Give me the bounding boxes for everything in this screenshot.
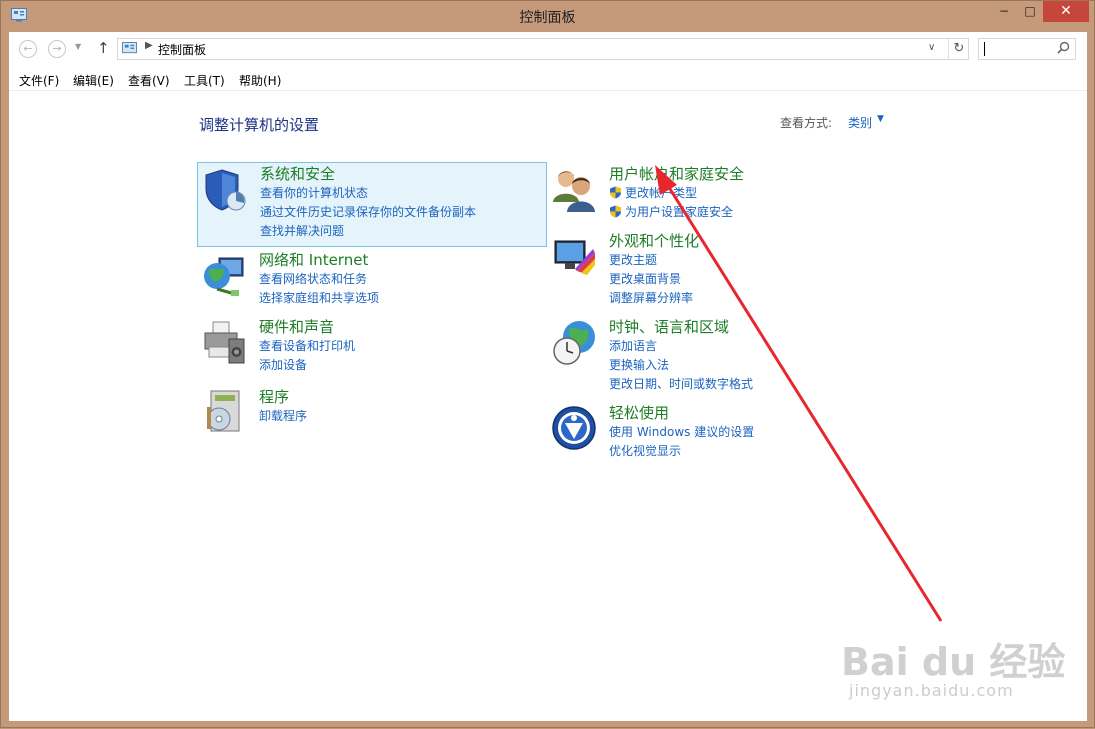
menu-file[interactable]: 文件(F) (19, 72, 59, 89)
uac-shield-icon (610, 186, 621, 199)
window-title: 控制面板 (519, 10, 576, 26)
menu-help[interactable]: 帮助(H) (239, 72, 281, 89)
link-change-input-method[interactable]: 更换输入法 (609, 356, 669, 373)
chevron-down-icon[interactable]: ▼ (877, 114, 884, 124)
address-bar[interactable]: ▶ 控制面板 ∨ ↻ (117, 38, 969, 60)
menu-edit[interactable]: 编辑(E) (73, 72, 114, 89)
uac-shield-icon (610, 205, 621, 218)
link-file-history-backup[interactable]: 通过文件历史记录保存你的文件备份副本 (260, 203, 476, 220)
breadcrumb-chevron-icon[interactable]: ▶ (145, 40, 153, 51)
category-title[interactable]: 用户帐户和家庭安全 (609, 163, 744, 184)
window-client-area: ← → ▼ ↑ ▶ 控制面板 ∨ ↻ 文件(F) 编辑(E) 查看(V) 工具(… (9, 32, 1087, 721)
search-icon[interactable] (1057, 41, 1070, 54)
menu-bar: 文件(F) 编辑(E) 查看(V) 工具(T) 帮助(H) (9, 68, 1087, 91)
display-icon (554, 240, 595, 275)
category-title[interactable]: 时钟、语言和区域 (609, 316, 729, 337)
recent-locations-dropdown-icon[interactable]: ▼ (75, 42, 81, 51)
category-system-security[interactable]: 系统和安全 查看你的计算机状态 通过文件历史记录保存你的文件备份副本 查找并解决… (197, 162, 547, 247)
link-date-time-format[interactable]: 更改日期、时间或数字格式 (609, 375, 753, 392)
close-button[interactable]: ✕ (1043, 1, 1089, 22)
link-recommended-settings[interactable]: 使用 Windows 建议的设置 (609, 423, 754, 440)
category-network-internet[interactable]: 网络和 Internet 查看网络状态和任务 选择家庭组和共享选项 (197, 248, 547, 308)
watermark-url: jingyan.baidu.com (849, 681, 1014, 700)
link-homegroup-sharing[interactable]: 选择家庭组和共享选项 (259, 289, 379, 306)
link-add-language[interactable]: 添加语言 (609, 337, 657, 354)
link-uninstall-program[interactable]: 卸载程序 (259, 407, 307, 424)
ease-of-access-icon (552, 406, 596, 450)
shield-icon (205, 169, 246, 211)
link-desktop-background[interactable]: 更改桌面背景 (609, 270, 681, 287)
link-screen-resolution[interactable]: 调整屏幕分辨率 (609, 289, 693, 306)
back-button[interactable]: ← (19, 40, 37, 58)
search-input[interactable] (978, 38, 1076, 60)
category-title[interactable]: 外观和个性化 (609, 230, 699, 251)
link-label[interactable]: 更改帐户类型 (625, 186, 697, 200)
link-family-safety[interactable]: 为用户设置家庭安全 (609, 203, 733, 220)
link-add-device[interactable]: 添加设备 (259, 356, 307, 373)
link-devices-printers[interactable]: 查看设备和打印机 (259, 337, 355, 354)
view-by-label: 查看方式: (780, 116, 833, 130)
printer-icon (204, 321, 245, 364)
navigation-bar: ← → ▼ ↑ ▶ 控制面板 ∨ ↻ (9, 32, 1087, 65)
category-title[interactable]: 程序 (259, 386, 289, 407)
control-panel-window: 控制面板 − □ ✕ ← → ▼ ↑ ▶ 控制面板 ∨ ↻ 文件(F) 编辑(E… (0, 0, 1095, 728)
category-title[interactable]: 硬件和声音 (259, 316, 334, 337)
breadcrumb[interactable]: 控制面板 (158, 41, 206, 58)
maximize-button[interactable]: □ (1017, 1, 1043, 22)
category-ease-of-access[interactable]: 轻松使用 使用 Windows 建议的设置 优化视觉显示 (547, 401, 887, 461)
up-level-button[interactable]: ↑ (97, 39, 110, 57)
menu-tools[interactable]: 工具(T) (184, 72, 225, 89)
forward-button[interactable]: → (48, 40, 66, 58)
text-caret (984, 42, 985, 56)
minimize-button[interactable]: − (991, 1, 1017, 22)
link-troubleshoot[interactable]: 查找并解决问题 (260, 222, 344, 239)
title-bar[interactable]: 控制面板 − □ ✕ (1, 1, 1094, 32)
category-clock-language-region[interactable]: 时钟、语言和区域 添加语言 更换输入法 更改日期、时间或数字格式 (547, 315, 887, 391)
menu-view[interactable]: 查看(V) (128, 72, 170, 89)
category-user-accounts[interactable]: 用户帐户和家庭安全 更改帐户类型 为用户设置家庭安全 (547, 162, 887, 222)
link-view-computer-status[interactable]: 查看你的计算机状态 (260, 184, 368, 201)
view-by-dropdown[interactable]: 类别 (848, 114, 872, 131)
clock-globe-icon (553, 321, 595, 365)
link-change-account-type[interactable]: 更改帐户类型 (609, 184, 697, 201)
control-panel-address-icon (122, 42, 137, 54)
link-label[interactable]: 为用户设置家庭安全 (625, 205, 733, 219)
page-title: 调整计算机的设置 (199, 116, 320, 134)
link-change-theme[interactable]: 更改主题 (609, 251, 657, 268)
category-title[interactable]: 网络和 Internet (259, 249, 368, 270)
category-title[interactable]: 轻松使用 (609, 402, 669, 423)
baidu-watermark-logo: Bai du 经验 (841, 640, 1066, 684)
category-title[interactable]: 系统和安全 (260, 163, 335, 184)
refresh-icon[interactable]: ↻ (948, 39, 969, 59)
category-programs[interactable]: 程序 卸载程序 (197, 385, 547, 435)
category-appearance[interactable]: 外观和个性化 更改主题 更改桌面背景 调整屏幕分辨率 (547, 229, 887, 305)
users-icon (553, 171, 595, 212)
address-history-chevron-down-icon[interactable]: ∨ (928, 42, 935, 53)
network-icon (204, 257, 244, 296)
link-optimize-visual-display[interactable]: 优化视觉显示 (609, 442, 681, 459)
programs-icon (207, 390, 240, 432)
category-hardware-sound[interactable]: 硬件和声音 查看设备和打印机 添加设备 (197, 315, 547, 375)
link-network-status[interactable]: 查看网络状态和任务 (259, 270, 367, 287)
